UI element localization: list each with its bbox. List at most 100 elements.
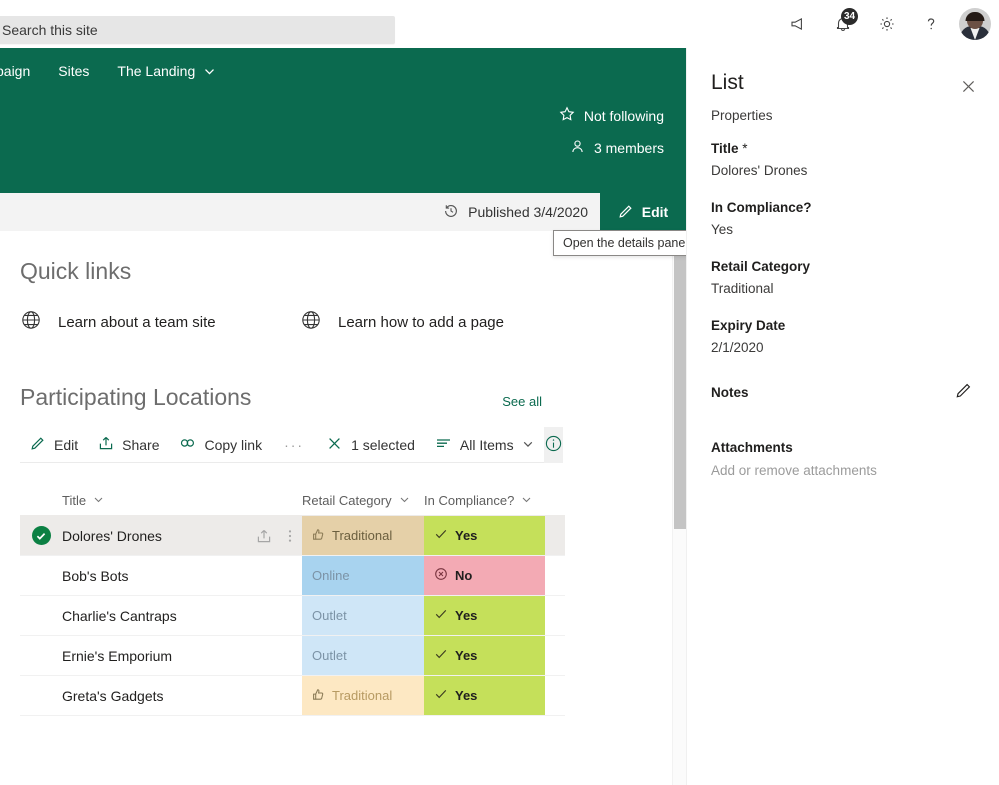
- clear-selection-button[interactable]: 1 selected: [316, 427, 425, 463]
- cell-title[interactable]: Dolores' Drones: [62, 516, 302, 555]
- command-edit[interactable]: Edit: [20, 427, 88, 463]
- cell-in-compliance[interactable]: No: [424, 556, 545, 595]
- nav-item-sites[interactable]: Sites: [44, 48, 103, 94]
- bell-icon[interactable]: 34: [821, 2, 865, 46]
- table-row[interactable]: Greta's Gadgets Traditional Yes: [20, 676, 565, 716]
- compliance-label: Yes: [455, 528, 477, 543]
- property-field: In Compliance? Yes: [711, 200, 981, 237]
- view-switcher[interactable]: All Items: [425, 427, 544, 463]
- command-copy-link[interactable]: Copy link: [169, 427, 272, 463]
- see-all-link[interactable]: See all: [502, 394, 542, 409]
- quick-link-item[interactable]: Learn how to add a page: [300, 309, 504, 335]
- cell-retail-category[interactable]: Outlet: [302, 636, 424, 675]
- edit-page-label: Edit: [642, 204, 668, 220]
- chevron-down-icon: [399, 493, 410, 508]
- edit-page-button[interactable]: Edit: [600, 193, 686, 231]
- close-icon[interactable]: [955, 73, 981, 99]
- property-value[interactable]: Dolores' Drones: [711, 163, 981, 178]
- scrollbar-thumb[interactable]: [674, 245, 686, 529]
- nav-item-campaign[interactable]: paign: [0, 48, 44, 94]
- suite-bar: Search this site 34: [0, 0, 999, 48]
- megaphone-icon[interactable]: [777, 2, 821, 46]
- details-pane-toggle[interactable]: [544, 427, 563, 463]
- property-value[interactable]: Yes: [711, 222, 981, 237]
- notification-badge: 34: [841, 8, 858, 25]
- avatar[interactable]: [959, 8, 991, 40]
- site-header: paign Sites The Landing: [0, 48, 686, 193]
- column-header-title[interactable]: Title: [62, 493, 302, 508]
- table-row[interactable]: Dolores' DronesTraditional Yes: [20, 516, 565, 556]
- cell-title[interactable]: Greta's Gadgets: [62, 676, 302, 715]
- page-scrollbar[interactable]: [672, 231, 686, 785]
- retail-category-label: Traditional: [332, 688, 392, 703]
- command-share[interactable]: Share: [88, 427, 169, 463]
- property-value[interactable]: 2/1/2020: [711, 340, 981, 355]
- column-header-retail-category[interactable]: Retail Category: [302, 493, 424, 508]
- star-icon: [559, 106, 575, 125]
- cell-retail-category[interactable]: Traditional: [302, 516, 424, 555]
- gear-icon[interactable]: [865, 2, 909, 46]
- attachments-label: Attachments: [711, 440, 981, 455]
- notes-label: Notes: [711, 385, 981, 400]
- row-title-label: Charlie's Cantraps: [62, 608, 177, 624]
- compliance-label: Yes: [455, 608, 477, 623]
- row-select-checkbox[interactable]: [20, 556, 62, 595]
- more-options-icon[interactable]: [288, 528, 292, 544]
- notes-field: Notes: [711, 385, 981, 400]
- property-label: In Compliance?: [711, 200, 981, 215]
- quick-link-item[interactable]: Learn about a team site: [20, 309, 216, 335]
- share-icon[interactable]: [256, 528, 272, 544]
- thumbs-up-icon: [312, 528, 325, 544]
- attachments-section: Attachments Add or remove attachments: [711, 440, 981, 478]
- search-input[interactable]: Search this site: [0, 16, 395, 44]
- property-label-text: Retail Category: [711, 259, 810, 274]
- table-row[interactable]: Ernie's EmporiumOutletYes: [20, 636, 565, 676]
- checkmark-icon: [434, 607, 448, 624]
- cell-retail-category[interactable]: Outlet: [302, 596, 424, 635]
- add-remove-attachments-link[interactable]: Add or remove attachments: [711, 463, 981, 478]
- cell-retail-category[interactable]: Online: [302, 556, 424, 595]
- row-select-checkbox[interactable]: [20, 676, 62, 715]
- list-view-icon: [435, 436, 452, 453]
- row-select-checkbox[interactable]: [20, 636, 62, 675]
- cell-title[interactable]: Charlie's Cantraps: [62, 596, 302, 635]
- cell-in-compliance[interactable]: Yes: [424, 676, 545, 715]
- cell-in-compliance[interactable]: Yes: [424, 636, 545, 675]
- search-placeholder: Search this site: [2, 22, 98, 38]
- members-button[interactable]: 3 members: [570, 139, 664, 157]
- column-header-label: Title: [62, 493, 86, 508]
- nav-item-the-landing[interactable]: The Landing: [103, 48, 230, 94]
- table-row[interactable]: Charlie's Cantraps Outlet Yes: [20, 596, 565, 636]
- quick-links-title: Quick links: [20, 258, 131, 285]
- property-label: Retail Category: [711, 259, 981, 274]
- checkmark-icon[interactable]: [32, 526, 51, 545]
- cell-retail-category[interactable]: Traditional: [302, 676, 424, 715]
- list-table: Title Retail Category: [20, 486, 565, 716]
- nav-item-label: paign: [0, 63, 30, 79]
- details-pane-body: Properties Title *Dolores' DronesIn Comp…: [711, 108, 981, 478]
- globe-icon: [20, 309, 42, 335]
- follow-button[interactable]: Not following: [559, 106, 664, 125]
- quick-link-label: Learn about a team site: [58, 314, 216, 331]
- row-select-checkbox[interactable]: [20, 516, 62, 555]
- table-row[interactable]: Bob's BotsOnline No: [20, 556, 565, 596]
- row-select-checkbox[interactable]: [20, 596, 62, 635]
- nav-item-label: The Landing: [117, 63, 195, 79]
- command-more[interactable]: ···: [272, 427, 316, 463]
- compliance-label: No: [455, 568, 472, 583]
- person-icon: [570, 139, 585, 157]
- page-canvas: Quick links Learn about a team site Lear…: [0, 231, 672, 785]
- property-field: Title *Dolores' Drones: [711, 141, 981, 178]
- cell-title[interactable]: Bob's Bots: [62, 556, 302, 595]
- pencil-icon: [30, 435, 46, 454]
- column-header-in-compliance[interactable]: In Compliance?: [424, 493, 545, 508]
- share-icon: [98, 435, 114, 454]
- property-value[interactable]: Traditional: [711, 281, 981, 296]
- cell-title[interactable]: Ernie's Emporium: [62, 636, 302, 675]
- edit-notes-pencil-icon[interactable]: [955, 381, 973, 404]
- cell-in-compliance[interactable]: Yes: [424, 516, 545, 555]
- close-icon: [326, 435, 343, 455]
- chevron-down-icon: [522, 437, 534, 453]
- cell-in-compliance[interactable]: Yes: [424, 596, 545, 635]
- help-icon[interactable]: [909, 2, 953, 46]
